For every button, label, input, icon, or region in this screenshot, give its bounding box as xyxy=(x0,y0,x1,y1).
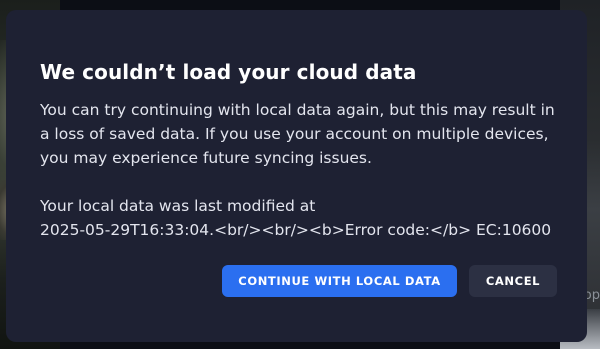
dialog-modified-info: Your local data was last modified at 202… xyxy=(40,194,560,242)
dialog-message: You can try continuing with local data a… xyxy=(40,101,555,167)
modified-line: Your local data was last modified at xyxy=(40,197,316,215)
cloud-data-error-dialog: We couldn’t load your cloud data You can… xyxy=(6,10,587,342)
error-code-line: 2025-05-29T16:33:04.<br/><br/><b>Error c… xyxy=(40,221,552,239)
dialog-body: You can try continuing with local data a… xyxy=(40,98,560,242)
dialog-title: We couldn’t load your cloud data xyxy=(40,60,417,84)
continue-with-local-data-button[interactable]: CONTINUE WITH LOCAL DATA xyxy=(222,265,457,297)
cancel-button[interactable]: CANCEL xyxy=(469,265,557,297)
